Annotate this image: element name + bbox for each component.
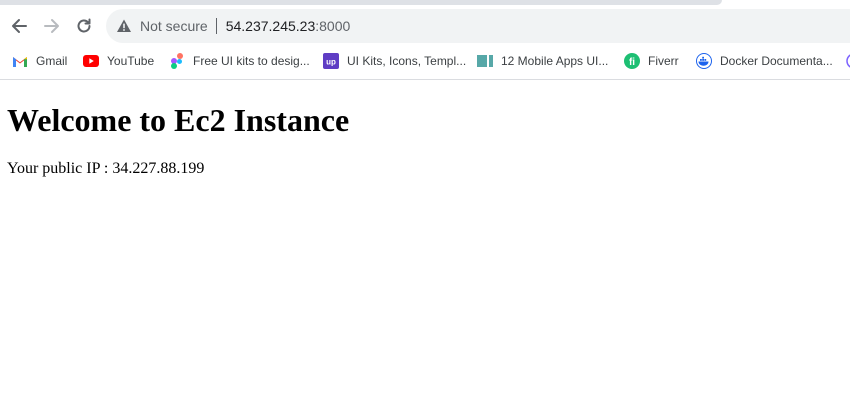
warning-icon[interactable] — [116, 18, 132, 34]
fiverr-icon: fi — [624, 53, 640, 69]
url-port: :8000 — [315, 18, 351, 34]
security-status-label[interactable]: Not secure — [140, 18, 208, 34]
forward-arrow-icon — [43, 17, 61, 35]
back-arrow-icon — [10, 17, 28, 35]
bookmark-partial-icon — [846, 53, 850, 69]
bookmark-label: Docker Documenta... — [720, 54, 833, 68]
gmail-icon — [12, 53, 28, 69]
bookmark-12-mobile-apps[interactable]: 12 Mobile Apps UI... — [477, 51, 608, 71]
tab-strip — [0, 0, 722, 5]
url-text[interactable]: 54.237.245.23:8000 — [226, 18, 351, 34]
figma-icon — [169, 53, 185, 69]
uplabs-icon: up — [323, 53, 339, 69]
address-bar[interactable]: Not secure 54.237.245.23:8000 — [106, 9, 850, 43]
forward-button[interactable] — [38, 12, 66, 40]
bookmark-overflow-partial[interactable] — [846, 51, 850, 71]
bookmark-docker-docs[interactable]: Docker Documenta... — [696, 51, 833, 71]
reload-icon — [75, 17, 93, 35]
reload-button[interactable] — [70, 12, 98, 40]
bookmark-site-icon — [477, 53, 493, 69]
bookmark-label: 12 Mobile Apps UI... — [501, 54, 609, 68]
browser-toolbar: Not secure 54.237.245.23:8000 Gmail YouT… — [0, 0, 850, 80]
bookmark-ui-kits-icons[interactable]: up UI Kits, Icons, Templ... — [323, 51, 466, 71]
bookmark-fiverr[interactable]: fi Fiverr — [624, 51, 679, 71]
svg-text:up: up — [326, 58, 336, 67]
docker-icon — [696, 53, 712, 69]
bookmark-label: Gmail — [36, 54, 68, 68]
url-host: 54.237.245.23 — [225, 18, 316, 34]
bookmark-youtube[interactable]: YouTube — [83, 51, 154, 71]
public-ip-text: Your public IP : 34.227.88.199 — [7, 160, 205, 177]
back-button[interactable] — [5, 12, 33, 40]
bookmark-free-ui-kits[interactable]: Free UI kits to desig... — [169, 51, 310, 71]
bookmark-label: UI Kits, Icons, Templ... — [347, 54, 467, 68]
page-heading: Welcome to Ec2 Instance — [7, 102, 350, 138]
bookmarks-bar: Gmail YouTube Free UI kits to desig... u… — [0, 49, 850, 73]
omnibox-separator — [215, 18, 217, 34]
youtube-icon — [83, 53, 99, 69]
bookmark-label: Fiverr — [648, 54, 679, 68]
bookmark-label: YouTube — [107, 54, 155, 68]
svg-text:fi: fi — [629, 57, 635, 68]
bookmark-label: Free UI kits to desig... — [193, 54, 310, 68]
bookmark-gmail[interactable]: Gmail — [12, 51, 67, 71]
